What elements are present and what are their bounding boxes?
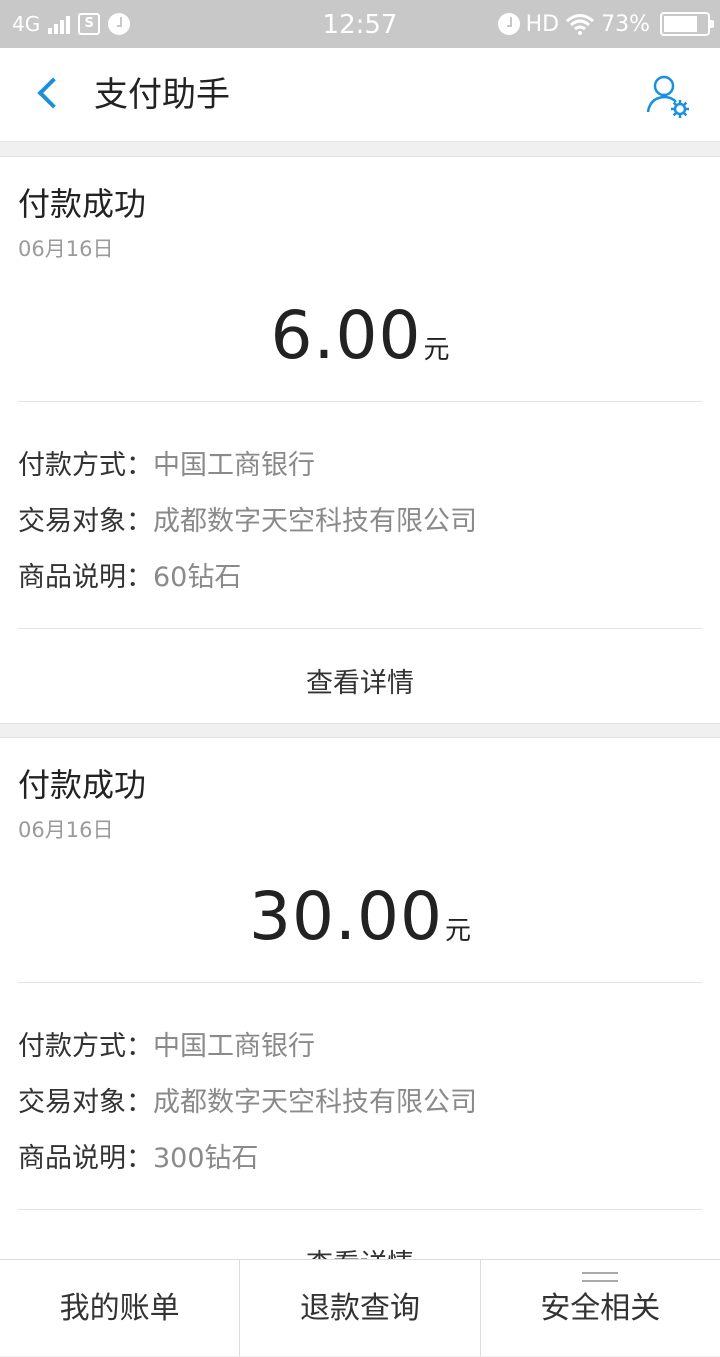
amount-value: 30.00 (249, 878, 443, 955)
info-value: 成都数字天空科技有限公司 (153, 506, 477, 537)
alarm-icon (497, 13, 520, 35)
back-button[interactable] (24, 70, 74, 120)
info-label: 商品说明： (18, 562, 153, 593)
info-label: 交易对象： (18, 506, 153, 537)
info-value: 成都数字天空科技有限公司 (153, 1087, 477, 1118)
view-details-link[interactable]: 查看详情 (0, 661, 720, 700)
info-value: 60钻石 (153, 562, 242, 593)
hd-label: HD (525, 11, 560, 37)
payment-card: 付款成功 06月16日 6.00元 付款方式：中国工商银行 交易对象：成都数字天… (0, 156, 720, 724)
amount-value: 6.00 (270, 297, 422, 374)
info-label: 交易对象： (18, 1087, 153, 1118)
battery-percent: 73% (601, 11, 650, 37)
card-title: 付款成功 (18, 766, 147, 804)
card-date: 06月16日 (18, 237, 114, 261)
tab-security[interactable]: 安全相关 (479, 1260, 720, 1356)
page-title: 支付助手 (94, 75, 230, 115)
info-row-item: 商品说明：300钻石 (18, 1136, 259, 1175)
info-row-counterparty: 交易对象：成都数字天空科技有限公司 (18, 499, 477, 538)
info-value: 中国工商银行 (153, 1031, 315, 1062)
payment-card: 付款成功 06月16日 30.00元 付款方式：中国工商银行 交易对象：成都数字… (0, 737, 720, 1259)
divider (18, 628, 702, 629)
divider (18, 982, 702, 983)
info-label: 付款方式： (18, 1031, 153, 1062)
tab-my-bills[interactable]: 我的账单 (0, 1260, 239, 1356)
card-date: 06月16日 (18, 818, 114, 842)
info-label: 付款方式： (18, 450, 153, 481)
info-label: 商品说明： (18, 1143, 153, 1174)
view-details-link[interactable]: 查看详情 (0, 1242, 720, 1259)
user-settings-icon (646, 75, 689, 118)
card-title: 付款成功 (18, 185, 147, 223)
amount-unit: 元 (423, 335, 450, 365)
battery-icon (660, 12, 714, 36)
info-row-pay-method: 付款方式：中国工商银行 (18, 1024, 315, 1063)
amount-unit: 元 (444, 916, 471, 946)
info-value: 300钻石 (153, 1143, 259, 1174)
bottom-tab-bar: 我的账单 退款查询 安全相关 (0, 1259, 720, 1356)
info-value: 中国工商银行 (153, 450, 315, 481)
nav-bar: 支付助手 (0, 48, 720, 142)
info-row-counterparty: 交易对象：成都数字天空科技有限公司 (18, 1080, 477, 1119)
amount: 6.00元 (0, 297, 720, 374)
menu-handle-icon (582, 1272, 619, 1282)
divider (18, 1209, 702, 1210)
tab-refund-query[interactable]: 退款查询 (239, 1260, 479, 1356)
tab-security-label: 安全相关 (540, 1291, 661, 1326)
divider (18, 401, 702, 402)
message-list[interactable]: 付款成功 06月16日 6.00元 付款方式：中国工商银行 交易对象：成都数字天… (0, 143, 720, 1259)
wifi-icon (566, 14, 595, 35)
status-right: HD 73% (497, 0, 714, 48)
info-row-pay-method: 付款方式：中国工商银行 (18, 443, 315, 482)
user-settings-button[interactable] (644, 72, 692, 120)
amount: 30.00元 (0, 878, 720, 955)
info-row-item: 商品说明：60钻石 (18, 555, 241, 594)
status-bar: 4G S 12:57 HD 73% (0, 0, 720, 48)
